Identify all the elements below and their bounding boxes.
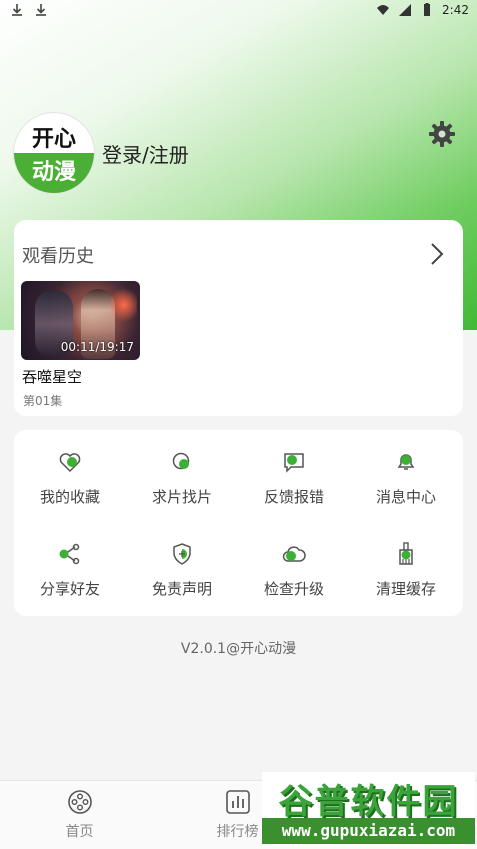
battery-icon	[424, 3, 431, 16]
watch-history-card: 观看历史 00:11/19:17 吞噬星空 第01集	[14, 220, 463, 416]
profile-section[interactable]: 开心 动漫 登录/注册	[14, 113, 189, 193]
menu-label: 免责声明	[151, 580, 212, 598]
broom-icon	[399, 542, 413, 565]
menu-item-share[interactable]: 分享好友	[14, 522, 126, 602]
avatar-text-bottom: 动漫	[14, 153, 94, 193]
menu-item-favorites[interactable]: 我的收藏	[14, 430, 126, 510]
video-thumbnail[interactable]: 00:11/19:17	[21, 281, 140, 360]
menu-label: 反馈报错	[263, 488, 324, 506]
watch-progress: 00:11/19:17	[60, 340, 134, 354]
status-time: 2:42	[442, 3, 469, 17]
wifi-icon	[377, 5, 390, 15]
feature-menu-card: 我的收藏 求片找片 反馈报错 消息中心 分享好友 免责声明 检查升级 清理缓存	[14, 430, 463, 616]
download-icon	[36, 4, 46, 16]
status-bar: 2:42	[0, 0, 477, 22]
menu-item-disclaimer[interactable]: 免责声明	[126, 522, 238, 602]
feedback-icon	[284, 453, 304, 473]
menu-item-messages[interactable]: 消息中心	[350, 430, 462, 510]
avatar-text-top: 开心	[31, 127, 76, 152]
share-icon	[59, 543, 80, 565]
episode-label: 第01集	[23, 394, 63, 408]
gear-icon[interactable]	[428, 120, 456, 148]
avatar[interactable]: 开心 动漫	[14, 113, 94, 193]
film-reel-icon	[67, 790, 92, 814]
watermark-bottom-text: www.gupuxiazai.com	[262, 818, 475, 844]
tab-label: 首页	[65, 824, 94, 840]
menu-label: 我的收藏	[39, 488, 100, 506]
login-register-link[interactable]: 登录/注册	[102, 139, 189, 168]
menu-label: 清理缓存	[375, 580, 436, 598]
history-title: 观看历史	[22, 246, 94, 267]
menu-label: 求片找片	[151, 488, 212, 506]
tab-home[interactable]: 首页	[20, 789, 139, 841]
menu-label: 检查升级	[263, 580, 324, 598]
watermark-top-text: 谷普软件园	[278, 782, 459, 822]
menu-label: 消息中心	[375, 488, 436, 506]
download-icon	[12, 4, 22, 16]
menu-item-request[interactable]: 求片找片	[126, 430, 238, 510]
search-icon	[172, 452, 190, 470]
chevron-right-icon[interactable]	[430, 242, 444, 266]
menu-item-feedback[interactable]: 反馈报错	[238, 430, 350, 510]
shield-icon	[173, 543, 191, 565]
video-title[interactable]: 吞噬星空	[22, 366, 82, 387]
chart-icon	[225, 790, 250, 814]
cloud-upgrade-icon	[282, 546, 306, 562]
version-text: V2.0.1@开心动漫	[180, 641, 297, 657]
bell-icon	[397, 454, 415, 470]
heart-icon	[59, 453, 81, 473]
watermark-logo: 谷普软件园 www.gupuxiazai.com	[262, 772, 475, 846]
menu-item-clear-cache[interactable]: 清理缓存	[350, 522, 462, 602]
menu-item-upgrade[interactable]: 检查升级	[238, 522, 350, 602]
signal-icon	[399, 4, 412, 16]
menu-label: 分享好友	[39, 580, 100, 598]
